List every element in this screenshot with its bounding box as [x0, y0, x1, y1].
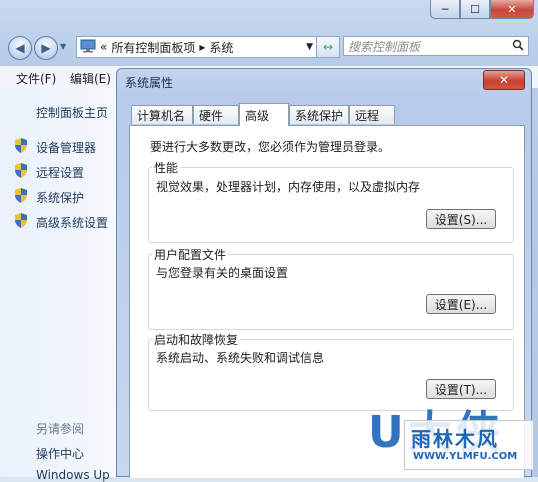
- tab-hardware[interactable]: 硬件: [193, 105, 239, 124]
- navigation-bar: ◀ ▶ ▼ « 所有控制面板项 ▸ 系统 ▼ ↔ 搜索控制面板: [8, 34, 530, 60]
- performance-settings-button[interactable]: 设置(S)...: [426, 209, 496, 229]
- uac-shield-icon: [15, 213, 27, 228]
- tab-system-protection[interactable]: 系统保护: [289, 105, 349, 124]
- search-icon: [512, 39, 524, 54]
- refresh-button[interactable]: ↔: [316, 36, 340, 58]
- sidebar: 控制面板主页 设备管理器 远程设置 系统保护 高级系统设置 另请参阅 操作中心 …: [0, 88, 116, 482]
- sidebar-home-link[interactable]: 控制面板主页: [36, 104, 108, 121]
- address-crumb-system[interactable]: 系统: [209, 39, 233, 56]
- watermark-badge: 雨林木风 WWW.YLMFU.COM: [404, 420, 534, 470]
- back-button[interactable]: ◀: [8, 36, 32, 60]
- sidebar-link-windows-update[interactable]: Windows Up: [36, 468, 110, 482]
- search-input[interactable]: 搜索控制面板: [343, 36, 529, 56]
- see-also-heading: 另请参阅: [36, 422, 85, 436]
- tab-computer-name[interactable]: 计算机名: [131, 105, 193, 124]
- explorer-window: ─ ☐ ✕ ◀ ▶ ▼ « 所有控制面板项 ▸ 系统 ▼ ↔ 搜索控制面板 文件…: [0, 0, 538, 482]
- left-arrow-icon: ◀: [15, 41, 25, 55]
- sidebar-item-advanced-settings[interactable]: 高级系统设置: [36, 214, 108, 231]
- maximize-button[interactable]: ☐: [460, 0, 490, 19]
- sidebar-link-action-center[interactable]: 操作中心: [36, 445, 84, 462]
- startup-recovery-label: 启动和故障恢复: [152, 331, 241, 348]
- sidebar-item-system-protection[interactable]: 系统保护: [36, 189, 84, 206]
- startup-recovery-description: 系统启动、系统失败和调试信息: [156, 351, 325, 365]
- user-profiles-label: 用户配置文件: [152, 246, 229, 263]
- uac-shield-icon: [15, 188, 27, 203]
- address-dropdown-icon[interactable]: ▼: [306, 42, 313, 52]
- address-separator[interactable]: ▸: [199, 40, 205, 54]
- menu-edit[interactable]: 编辑(E): [70, 70, 111, 87]
- tab-remote[interactable]: 远程: [349, 105, 395, 124]
- performance-label: 性能: [152, 159, 181, 176]
- search-placeholder: 搜索控制面板: [348, 39, 421, 54]
- address-bar[interactable]: « 所有控制面板项 ▸ 系统 ▼: [76, 36, 340, 58]
- user-profiles-description: 与您登录有关的桌面设置: [156, 266, 289, 280]
- watermark-name: 雨林木风: [411, 427, 499, 451]
- menu-file[interactable]: 文件(F): [16, 70, 56, 87]
- uac-shield-icon: [15, 138, 27, 153]
- right-arrow-icon: ▶: [41, 41, 51, 55]
- user-profiles-settings-button[interactable]: 设置(E)...: [426, 294, 496, 314]
- close-button[interactable]: ✕: [490, 0, 534, 19]
- refresh-icon: ↔: [322, 40, 334, 54]
- watermark-url: WWW.YLMFU.COM: [413, 451, 518, 462]
- address-crumb-all-items[interactable]: 所有控制面板项: [111, 39, 195, 56]
- sidebar-item-device-manager[interactable]: 设备管理器: [36, 139, 96, 156]
- minimize-button[interactable]: ─: [430, 0, 460, 19]
- address-prefix: «: [100, 40, 108, 54]
- tab-advanced[interactable]: 高级: [239, 103, 289, 126]
- sidebar-item-remote-settings[interactable]: 远程设置: [36, 164, 84, 181]
- window-controls: ─ ☐ ✕: [430, 0, 534, 20]
- performance-description: 视觉效果，处理器计划，内存使用，以及虚拟内存: [156, 180, 421, 194]
- computer-icon: [80, 39, 96, 56]
- admin-note: 要进行大多数更改，您必须作为管理员登录。: [150, 140, 391, 154]
- dialog-close-button[interactable]: ✕: [483, 70, 525, 90]
- uac-shield-icon: [15, 163, 27, 178]
- forward-button[interactable]: ▶: [34, 36, 58, 60]
- dialog-title: 系统属性: [125, 76, 174, 90]
- history-dropdown-icon[interactable]: ▼: [60, 42, 66, 51]
